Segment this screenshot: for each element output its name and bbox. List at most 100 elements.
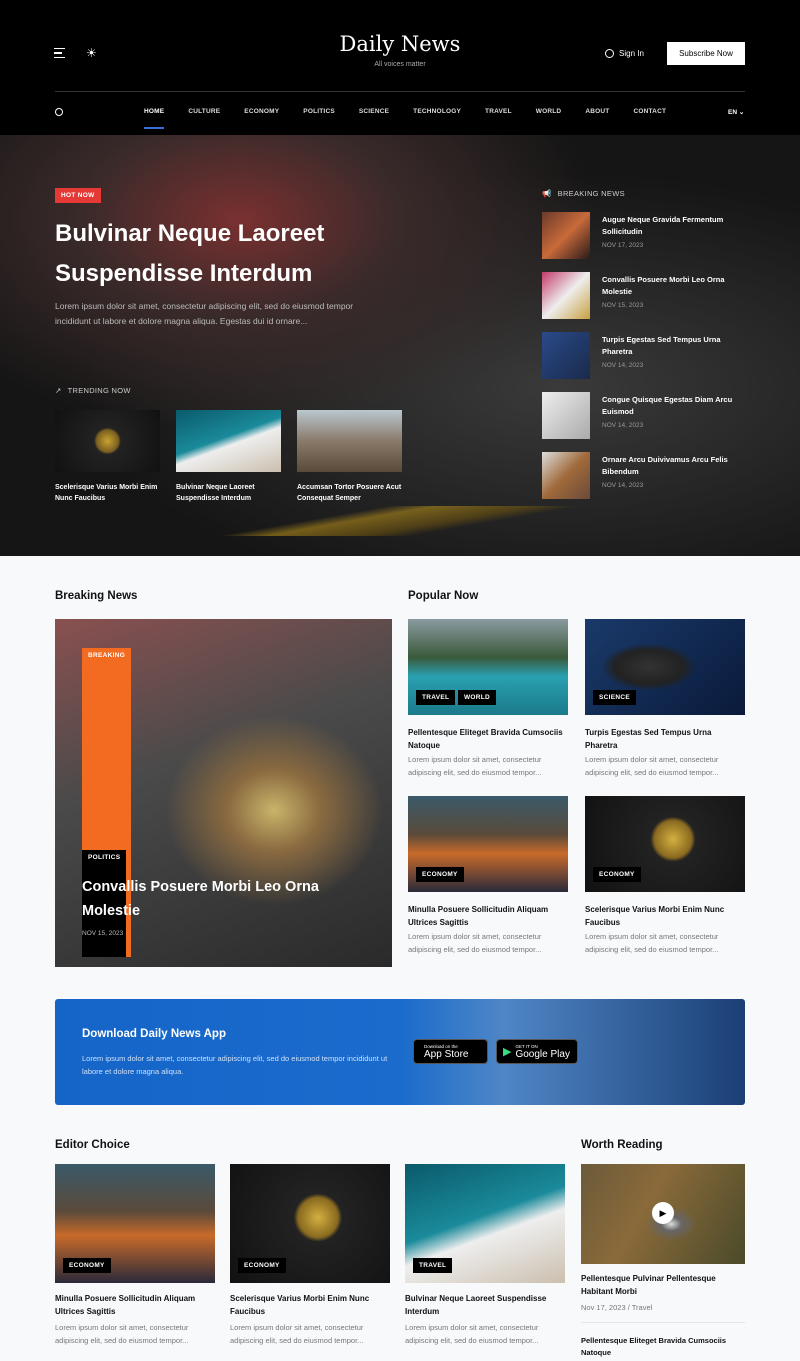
hero-title[interactable]: Bulvinar Neque Laoreet Suspendisse Inter… (55, 214, 355, 294)
category-badge[interactable]: ECONOMY (63, 1258, 111, 1273)
trending-title[interactable]: Scelerisque Varius Morbi Enim Nunc Fauci… (55, 482, 170, 504)
language-label: EN (728, 109, 738, 116)
editor-excerpt: Lorem ipsum dolor sit amet, consectetur … (230, 1323, 364, 1345)
trending-thumbnail[interactable] (55, 410, 160, 472)
breaking-news-item[interactable]: Congue Quisque Egestas Diam Arcu Euismod… (542, 392, 752, 442)
breaking-thumbnail (542, 392, 590, 439)
category-badge[interactable]: TRAVEL (416, 690, 456, 705)
category-badge[interactable]: SCIENCE (593, 690, 636, 705)
popular-title[interactable]: Minulla Posuere Sollicitudin Aliquam Ult… (408, 903, 568, 929)
trending-icon: ↗ (55, 386, 62, 395)
subscribe-button[interactable]: Subscribe Now (667, 42, 745, 65)
popular-title[interactable]: Scelerisque Varius Morbi Enim Nunc Fauci… (585, 903, 745, 929)
popular-title[interactable]: Pellentesque Eliteget Bravida Cumsociis … (408, 726, 568, 752)
breaking-feature-date: NOV 15, 2023 (82, 930, 124, 937)
user-icon (605, 49, 614, 58)
play-button-icon[interactable]: ▶ (652, 1202, 674, 1224)
breaking-news-item[interactable]: Turpis Egestas Sed Tempus Urna Pharetra N… (542, 332, 752, 382)
sign-in-label: Sign In (619, 49, 644, 58)
popular-excerpt: Lorem ipsum dolor sit amet, consectetur … (408, 755, 542, 777)
editor-title[interactable]: Bulvinar Neque Laoreet Suspendisse Inter… (405, 1292, 565, 1318)
breaking-news-heading: Breaking News (55, 590, 138, 602)
breaking-thumbnail (542, 452, 590, 499)
nav-contact[interactable]: CONTACT (633, 108, 666, 115)
worth-reading-title-2[interactable]: Pellentesque Eliteget Bravida Cumsociis … (581, 1335, 745, 1359)
popular-image[interactable]: TRAVEL WORLD (408, 619, 568, 715)
breaking-thumbnail (542, 332, 590, 379)
nav-politics[interactable]: POLITICS (303, 108, 335, 115)
editor-image[interactable]: ECONOMY (230, 1164, 390, 1283)
category-badge[interactable]: WORLD (458, 690, 497, 705)
breaking-thumbnail (542, 272, 590, 319)
breaking-item-title[interactable]: Congue Quisque Egestas Diam Arcu Euismod (602, 394, 747, 417)
breaking-item-date: NOV 14, 2023 (602, 362, 644, 369)
popular-image[interactable]: ECONOMY (408, 796, 568, 892)
popular-title[interactable]: Turpis Egestas Sed Tempus Urna Pharetra (585, 726, 745, 752)
nav-about[interactable]: ABOUT (585, 108, 609, 115)
google-play-icon: ▶ (503, 1046, 512, 1058)
nav-technology[interactable]: TECHNOLOGY (413, 108, 461, 115)
nav-world[interactable]: WORLD (536, 108, 562, 115)
trending-thumbnail[interactable] (176, 410, 281, 472)
trending-thumbnail[interactable] (297, 410, 402, 472)
app-store-button[interactable]: Download on the App Store (413, 1039, 488, 1064)
editor-title[interactable]: Scelerisque Varius Morbi Enim Nunc Fauci… (230, 1292, 390, 1318)
banner-title: Download Daily News App (82, 1028, 226, 1040)
google-play-button[interactable]: ▶ GET IT ON Google Play (496, 1039, 578, 1064)
breaking-feature-title[interactable]: Convallis Posuere Morbi Leo Orna Molesti… (82, 875, 352, 923)
popular-excerpt: Lorem ipsum dolor sit amet, consectetur … (408, 932, 542, 954)
breaking-item-date: NOV 14, 2023 (602, 482, 644, 489)
hero-excerpt: Lorem ipsum dolor sit amet, consectetur … (55, 301, 354, 326)
popular-image[interactable]: ECONOMY (585, 796, 745, 892)
nav-travel[interactable]: TRAVEL (485, 108, 512, 115)
trending-title[interactable]: Accumsan Tortor Posuere Acut Consequat S… (297, 482, 412, 504)
worth-reading-meta: Nov 17, 2023 / Travel (581, 1303, 653, 1312)
breaking-item-date: NOV 15, 2023 (602, 302, 644, 309)
breaking-item-title[interactable]: Turpis Egestas Sed Tempus Urna Pharetra (602, 334, 747, 357)
breaking-text: BREAKING NEWS (557, 189, 625, 198)
category-badge[interactable]: TRAVEL (413, 1258, 453, 1273)
main-nav: HOME CULTURE ECONOMY POLITICS SCIENCE TECHNOL… (144, 108, 690, 129)
worth-divider (581, 1322, 745, 1323)
worth-reading-image[interactable]: ▶ (581, 1164, 745, 1264)
category-badge[interactable]: ECONOMY (593, 867, 641, 882)
trending-title[interactable]: Bulvinar Neque Laoreet Suspendisse Inter… (176, 482, 291, 504)
hot-now-badge: HOT NOW (55, 188, 101, 203)
language-selector[interactable]: EN ⌄ (728, 108, 744, 116)
editor-image[interactable]: ECONOMY (55, 1164, 215, 1283)
sign-in-link[interactable]: Sign In (605, 49, 644, 58)
popular-now-heading: Popular Now (408, 590, 479, 602)
editor-title[interactable]: Minulla Posuere Sollicitudin Aliquam Ult… (55, 1292, 215, 1318)
worth-reading-title[interactable]: Pellentesque Pulvinar Pellentesque Habit… (581, 1272, 745, 1298)
breaking-item-title[interactable]: Augue Neque Gravida Fermentum Sollicitud… (602, 214, 747, 237)
trending-label: ↗ TRENDING NOW (55, 386, 131, 395)
google-play-label: Google Play (515, 1048, 570, 1060)
breaking-news-item[interactable]: Convallis Posuere Morbi Leo Orna Molesti… (542, 272, 752, 322)
breaking-thumbnail (542, 212, 590, 259)
breaking-item-date: NOV 14, 2023 (602, 422, 644, 429)
nav-culture[interactable]: CULTURE (188, 108, 220, 115)
megaphone-icon: 📢 (542, 189, 552, 198)
worth-reading-heading: Worth Reading (581, 1139, 663, 1151)
breaking-item-date: NOV 17, 2023 (602, 242, 644, 249)
search-icon[interactable] (55, 108, 63, 116)
nav-economy[interactable]: ECONOMY (244, 108, 279, 115)
category-badge[interactable]: ECONOMY (416, 867, 464, 882)
banner-text: Lorem ipsum dolor sit amet, consectetur … (82, 1054, 388, 1076)
breaking-item-title[interactable]: Ornare Arcu Duivivamus Arcu Felis Bibend… (602, 454, 747, 477)
category-badge[interactable]: ECONOMY (238, 1258, 286, 1273)
editor-excerpt: Lorem ipsum dolor sit amet, consectetur … (405, 1323, 539, 1345)
breaking-news-item[interactable]: Augue Neque Gravida Fermentum Sollicitud… (542, 212, 752, 262)
breaking-news-item[interactable]: Ornare Arcu Duivivamus Arcu Felis Bibend… (542, 452, 752, 502)
editor-image[interactable]: TRAVEL (405, 1164, 565, 1283)
popular-image[interactable]: SCIENCE (585, 619, 745, 715)
app-store-label: App Store (424, 1048, 469, 1060)
breaking-item-title[interactable]: Convallis Posuere Morbi Leo Orna Molesti… (602, 274, 747, 297)
header-divider (55, 91, 745, 92)
site-header: ☀ Daily News All voices matter Sign In S… (0, 0, 800, 135)
nav-home[interactable]: HOME (144, 108, 165, 129)
breaking-label: 📢 BREAKING NEWS (542, 189, 625, 198)
nav-science[interactable]: SCIENCE (359, 108, 389, 115)
breaking-feature-card[interactable]: BREAKING POLITICS Convallis Posuere Morb… (55, 619, 392, 967)
app-download-banner: Download Daily News App Lorem ipsum dolo… (55, 999, 745, 1105)
